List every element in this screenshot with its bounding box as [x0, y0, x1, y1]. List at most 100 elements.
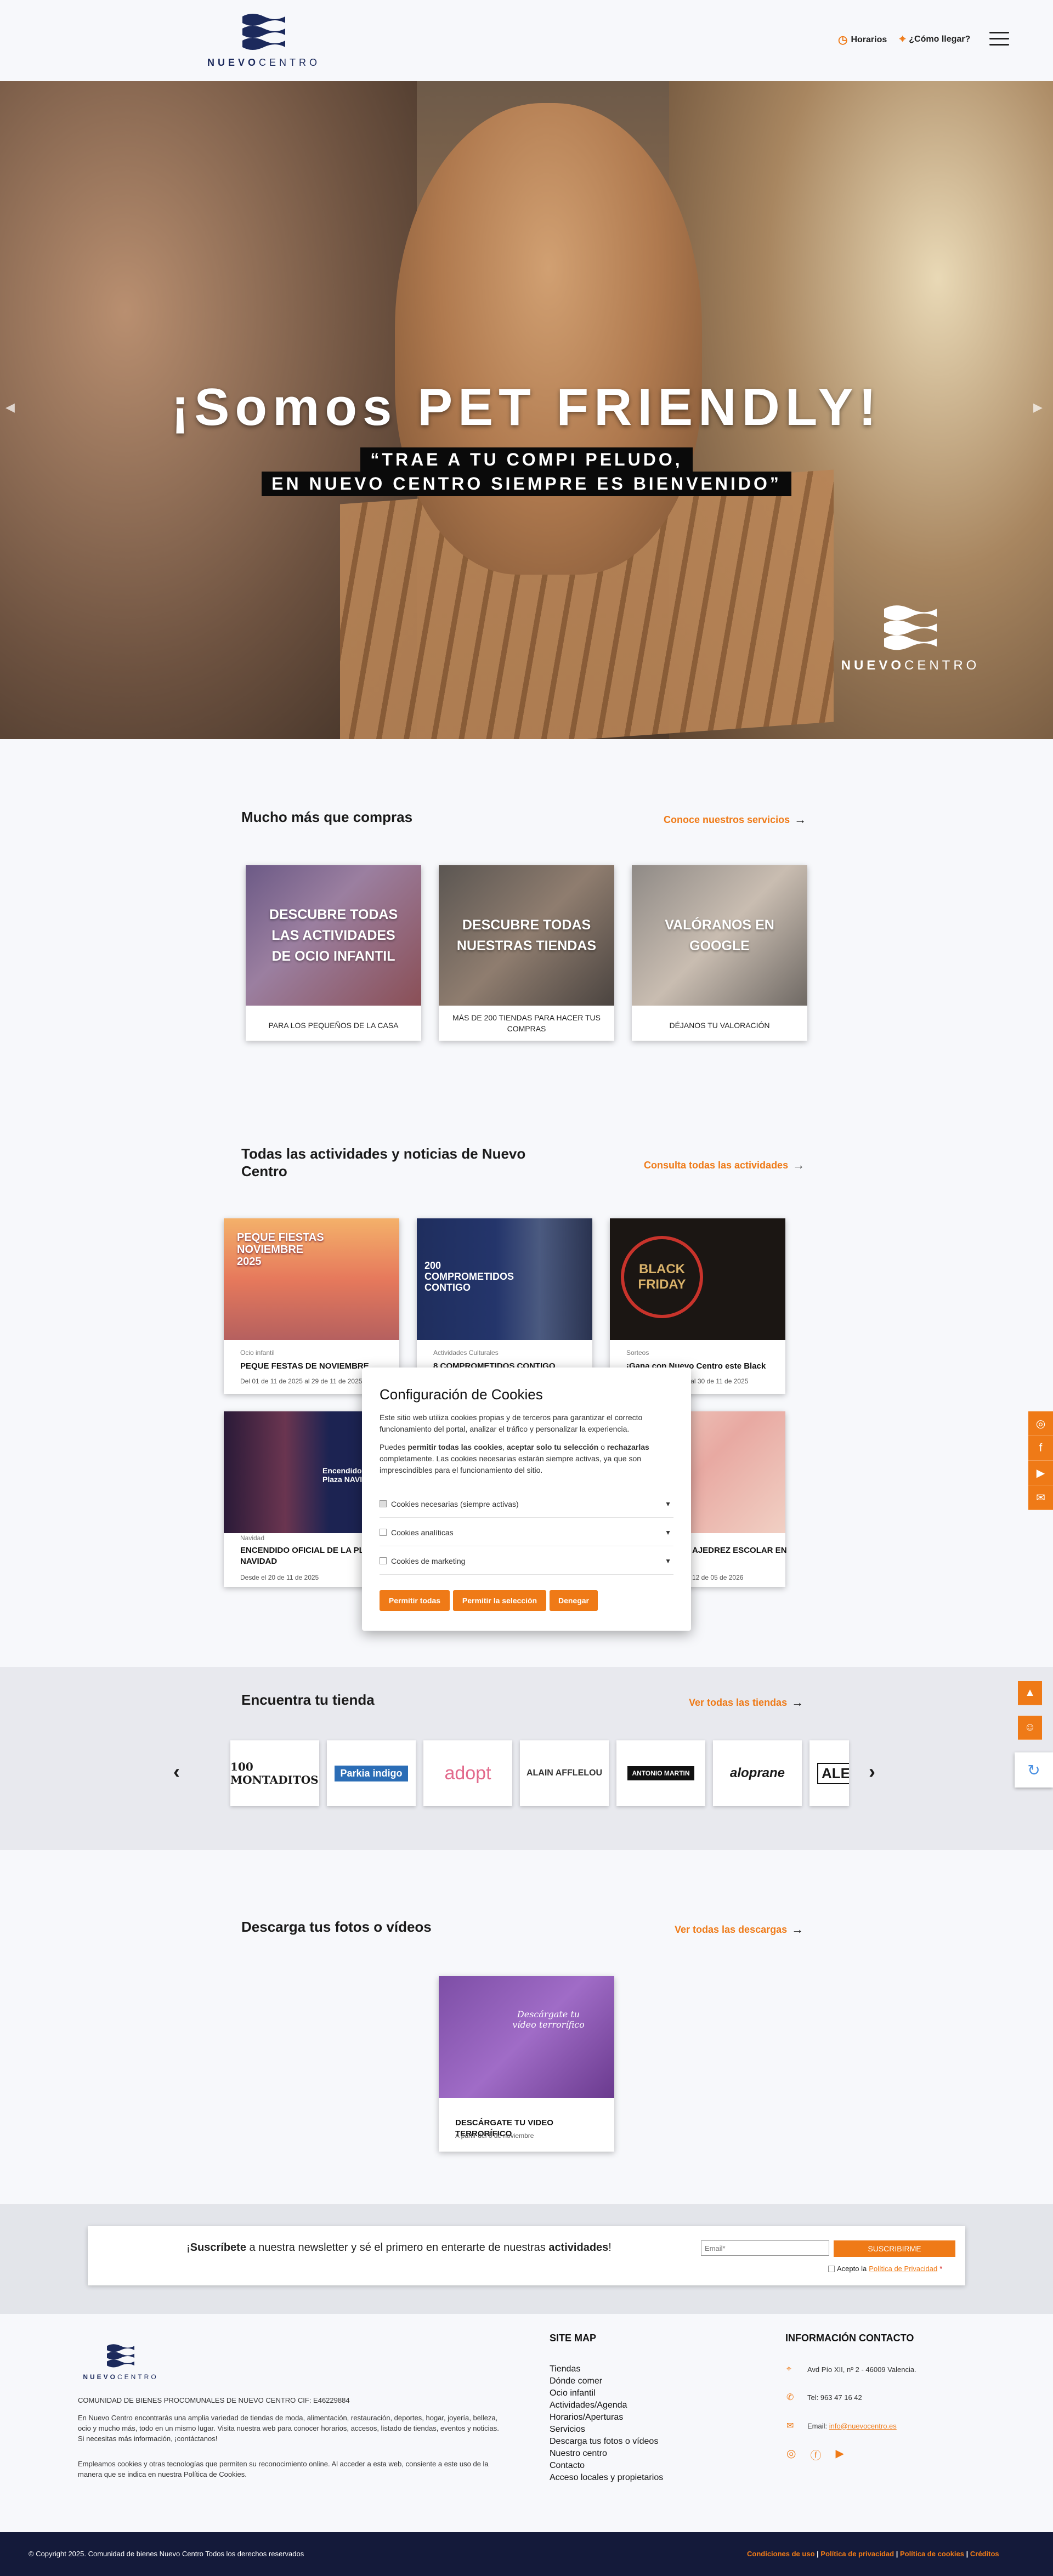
youtube-icon[interactable]: ▶ [1028, 1461, 1053, 1485]
footer-social: ◎ ⓕ ▶ [786, 2447, 844, 2462]
download-card[interactable]: Descárgate tu vídeo terrorífico DESCÁRGA… [439, 1976, 614, 2152]
hero-dog-image [395, 103, 702, 575]
carousel-prev-icon[interactable]: ‹ [173, 1760, 180, 1783]
instagram-icon[interactable]: ◎ [1028, 1411, 1053, 1436]
store-logo[interactable]: adopt [423, 1740, 512, 1806]
store-logo[interactable]: aloprane [713, 1740, 802, 1806]
hero-logo-text: NUEVOCENTRO [841, 658, 980, 673]
footer-logo-text: NUEVOCENTRO [83, 2373, 158, 2381]
facebook-icon[interactable]: ⓕ [810, 2447, 821, 2462]
sitemap-link[interactable]: Servicios [550, 2425, 585, 2435]
sitemap-link[interactable]: Descarga tus fotos o vídeos [550, 2437, 658, 2447]
checkbox-icon[interactable] [380, 1557, 387, 1564]
activity-category: Sorteos [626, 1349, 649, 1357]
hero-logo: NUEVOCENTRO [834, 602, 987, 673]
carousel-next-icon[interactable]: › [869, 1760, 875, 1783]
caret-down-icon[interactable]: ▼ [665, 1500, 671, 1508]
youtube-icon[interactable]: ▶ [835, 2447, 843, 2462]
hero-subtitle-2: EN NUEVO CENTRO SIEMPRE ES BIENVENIDO” [0, 472, 1053, 496]
privacy-link[interactable]: Política de privacidad [820, 2550, 894, 2558]
service-card-kids[interactable]: DESCUBRE TODAS LAS ACTIVIDADES DE OCIO I… [246, 865, 421, 1041]
sitemap-link[interactable]: Contacto [550, 2461, 585, 2471]
footer-cif: COMUNIDAD DE BIENES PROCOMUNALES DE NUEV… [78, 2396, 350, 2404]
footer-description: En Nuevo Centro encontrarás una amplia v… [78, 2414, 499, 2443]
downloads-title: Descarga tus fotos o vídeos [241, 1919, 432, 1935]
service-card-google[interactable]: VALÓRANOS EN GOOGLE DÉJANOS TU VALORACIÓ… [632, 865, 807, 1041]
store-logo[interactable]: Parkia indigo [327, 1740, 416, 1806]
activity-card-image: 200 COMPROMETIDOS CONTIGO [417, 1218, 592, 1340]
sitemap-link[interactable]: Actividades/Agenda [550, 2401, 627, 2410]
copyright-text: © Copyright 2025. Comunidad de bienes Nu… [29, 2550, 304, 2558]
arrow-right-icon: → [791, 1922, 804, 1936]
service-card-stores[interactable]: DESCUBRE TODAS NUESTRAS TIENDAS MÁS DE 2… [439, 865, 614, 1041]
cookie-options-text: Puedes permitir todas las cookies, acept… [380, 1443, 649, 1474]
newsletter-box: ¡Suscríbete a nuestra newsletter y sé el… [88, 2226, 965, 2285]
privacy-consent[interactable]: Acepto la Política de Privacidad * [828, 2265, 942, 2273]
directions-link[interactable]: ⌖ ¿Cómo llegar? [899, 33, 970, 46]
store-logo[interactable]: ALE [809, 1740, 849, 1806]
checkbox-icon[interactable] [380, 1529, 387, 1536]
sitemap-link[interactable]: Dónde comer [550, 2376, 602, 2386]
store-logo[interactable]: ANTONIO MARTIN [616, 1740, 705, 1806]
facebook-icon[interactable]: f [1028, 1436, 1053, 1461]
download-date: A partir del 6 de noviembre [455, 2132, 534, 2140]
arrow-right-icon: → [792, 1158, 805, 1172]
activity-date: Desde el 20 de 11 de 2025 [240, 1574, 319, 1581]
activity-title: AJEDREZ ESCOLAR EN [692, 1546, 787, 1555]
clock-icon: ◷ [838, 34, 848, 46]
credits-link[interactable]: Créditos [970, 2550, 999, 2558]
newsletter-email-input[interactable] [701, 2240, 829, 2256]
cookie-title: Configuración de Cookies [380, 1386, 543, 1403]
allow-selection-button[interactable]: Permitir la selección [453, 1590, 546, 1611]
scroll-top-icon[interactable]: ▲ [1018, 1681, 1042, 1705]
cookie-option-analytics[interactable]: Cookies analíticas ▼ [380, 1519, 673, 1546]
caret-down-icon[interactable]: ▼ [665, 1557, 671, 1565]
recaptcha-badge-icon[interactable]: ↻ [1015, 1752, 1053, 1788]
checkbox-checked-icon[interactable] [380, 1500, 387, 1507]
cookie-option-necessary[interactable]: Cookies necesarias (siempre activas) ▼ [380, 1490, 673, 1518]
activity-category: Navidad [240, 1534, 265, 1542]
contact-email[interactable]: ✉ Email: info@nuevocentro.es [786, 2420, 897, 2431]
deny-button[interactable]: Denegar [550, 1590, 598, 1611]
activity-category: Ocio infantil [240, 1349, 275, 1357]
accessibility-icon[interactable]: ☺ [1018, 1716, 1042, 1740]
email-icon[interactable]: ✉ [1028, 1485, 1053, 1510]
hero-title: ¡Somos PET FRIENDLY! [171, 378, 882, 436]
phone-icon: ✆ [786, 2393, 794, 2402]
cookie-intro: Este sitio web utiliza cookies propias y… [380, 1413, 643, 1433]
hero-banner[interactable]: ◀ ▶ ¡Somos PET FRIENDLY! “TRAE A TU COMP… [0, 81, 1053, 739]
sitemap-link[interactable]: Ocio infantil [550, 2388, 596, 2398]
caret-down-icon[interactable]: ▼ [665, 1529, 671, 1536]
allow-all-button[interactable]: Permitir todas [380, 1590, 450, 1611]
stores-link[interactable]: Ver todas las tiendas → [689, 1695, 803, 1710]
store-logo[interactable]: 100 MONTADITOS [230, 1740, 319, 1806]
sitemap-link[interactable]: Tiendas [550, 2364, 580, 2374]
instagram-icon[interactable]: ◎ [786, 2447, 796, 2462]
stores-link-label: Ver todas las tiendas [689, 1696, 788, 1708]
contact-title: INFORMACIÓN CONTACTO [785, 2333, 914, 2344]
cookie-option-marketing[interactable]: Cookies de marketing ▼ [380, 1547, 673, 1575]
activities-link[interactable]: Consulta todas las actividades → [644, 1158, 805, 1172]
privacy-policy-link[interactable]: Política de Privacidad [869, 2265, 937, 2273]
sitemap-link[interactable]: Horarios/Aperturas [550, 2413, 623, 2422]
menu-hamburger-icon[interactable] [989, 32, 1009, 47]
site-header: NUEVOCENTRO ◷ Horarios ⌖ ¿Cómo llegar? [0, 0, 1053, 81]
store-logo[interactable]: ALAIN AFFLELOU [520, 1740, 609, 1806]
email-link[interactable]: info@nuevocentro.es [829, 2422, 897, 2430]
downloads-link[interactable]: Ver todas las descargas → [675, 1922, 803, 1937]
activities-title: Todas las actividades y noticias de Nuev… [241, 1145, 526, 1179]
contact-phone[interactable]: ✆ Tel: 963 47 16 42 [786, 2392, 862, 2403]
sitemap-link[interactable]: Acceso locales y propietarios [550, 2473, 663, 2483]
subscribe-button[interactable]: SUSCRIBIRME [834, 2240, 955, 2257]
privacy-checkbox[interactable] [828, 2265, 835, 2272]
site-logo[interactable]: NUEVOCENTRO [201, 11, 327, 69]
footer-logo[interactable]: NUEVOCENTRO [77, 2342, 165, 2381]
sitemap-link[interactable]: Nuestro centro [550, 2449, 607, 2459]
services-link[interactable]: Conoce nuestros servicios → [664, 813, 806, 827]
directions-label: ¿Cómo llegar? [909, 34, 971, 44]
hours-link[interactable]: ◷ Horarios [838, 33, 887, 47]
map-pin-icon: ⌖ [899, 33, 906, 45]
cookies-link[interactable]: Política de cookies [900, 2550, 964, 2558]
terms-link[interactable]: Condiciones de uso [747, 2550, 815, 2558]
newsletter-text: ¡Suscríbete a nuestra newsletter y sé el… [186, 2242, 612, 2254]
